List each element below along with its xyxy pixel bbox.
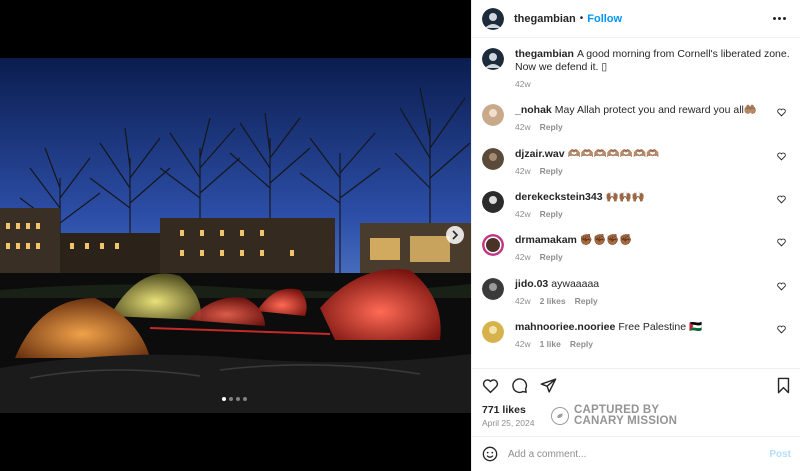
commenter-avatar[interactable] (482, 278, 504, 300)
reply-button[interactable]: Reply (540, 209, 563, 219)
comment-age: 42w (515, 166, 531, 176)
reply-button[interactable]: Reply (570, 339, 593, 349)
comment-likes[interactable]: 2 likes (540, 296, 566, 306)
encampment-photo (0, 58, 471, 413)
carousel-dot (236, 397, 240, 401)
emoji-icon[interactable] (482, 446, 498, 462)
comment-username[interactable]: mahnooriee.nooriee (515, 321, 615, 333)
comment-age: 42w (515, 296, 531, 306)
author-avatar[interactable] (482, 7, 504, 30)
comment-age: 42w (515, 339, 531, 349)
caption-username[interactable]: thegambian (515, 48, 574, 60)
comment-like-icon[interactable] (777, 282, 786, 291)
comment-like-icon[interactable] (777, 152, 786, 161)
comment-text: ✊🏾✊🏾✊🏾✊🏾 (579, 234, 633, 246)
comment-text: May Allah protect you and reward you all… (554, 104, 757, 116)
comment-text: aywaaaaa (551, 278, 600, 290)
comment-username[interactable]: djzair.wav (515, 148, 565, 160)
post-date[interactable]: April 25, 2024 (482, 418, 534, 428)
comment-row: drmamakam ✊🏾✊🏾✊🏾✊🏾 42w Reply (482, 234, 792, 262)
post-comment-button[interactable]: Post (769, 449, 791, 460)
carousel-indicator (222, 397, 247, 401)
commenter-avatar[interactable] (482, 234, 504, 256)
follow-button[interactable]: Follow (587, 13, 622, 25)
reply-button[interactable]: Reply (540, 122, 563, 132)
comment-username[interactable]: derekeckstein343 (515, 191, 603, 203)
comment-username[interactable]: drmamakam (515, 234, 577, 246)
commenter-avatar[interactable] (482, 104, 504, 126)
add-comment-bar: Post (472, 436, 800, 471)
comment-like-icon[interactable] (777, 108, 786, 117)
post-photo[interactable] (0, 58, 471, 413)
comment-input[interactable] (508, 448, 770, 460)
likes-count[interactable]: 771 likes (482, 404, 526, 416)
carousel-next-button[interactable] (446, 226, 464, 244)
comments-list[interactable]: thegambian A good morning from Cornell's … (472, 38, 800, 368)
commenter-avatar[interactable] (482, 191, 504, 213)
commenter-avatar[interactable] (482, 148, 504, 170)
comment-row: jido.03 aywaaaaa 42w 2 likes Reply (482, 278, 792, 306)
caption-age: 42w (515, 79, 531, 89)
comment-text: Free Palestine 🇵🇸 (618, 321, 703, 333)
chevron-right-icon (452, 230, 459, 240)
comment-age: 42w (515, 209, 531, 219)
comment-like-icon[interactable] (777, 195, 786, 204)
carousel-dot (222, 397, 226, 401)
carousel-dot (243, 397, 247, 401)
comment-like-icon[interactable] (777, 325, 786, 334)
send-icon[interactable] (540, 377, 557, 394)
more-options-icon[interactable] (769, 13, 790, 24)
post-side-panel: thegambian • Follow thegambian A good mor… (471, 0, 800, 471)
post-actions (472, 368, 800, 402)
bookmark-icon[interactable] (776, 377, 791, 394)
comment-row: derekeckstein343 🙌🏾🙌🏾🙌🏾 42w Reply (482, 191, 792, 219)
comment-row: _nohak May Allah protect you and reward y… (482, 104, 792, 132)
comment-username[interactable]: jido.03 (515, 278, 548, 290)
reply-button[interactable]: Reply (575, 296, 598, 306)
comment-age: 42w (515, 252, 531, 262)
commenter-avatar[interactable] (482, 321, 504, 343)
comment-username[interactable]: _nohak (515, 104, 552, 116)
comment-row: djzair.wav 🫶🏽🫶🏽🫶🏽🫶🏽🫶🏽🫶🏽🫶🏽 42w Reply (482, 148, 792, 176)
comment-row: mahnooriee.nooriee Free Palestine 🇵🇸 42w 1… (482, 321, 792, 349)
comment-likes[interactable]: 1 like (540, 339, 561, 349)
carousel-dot (229, 397, 233, 401)
watermark-line-2: CANARY MISSION (574, 415, 678, 427)
canary-logo-icon (551, 407, 569, 425)
author-username[interactable]: thegambian (514, 13, 576, 25)
post-header: thegambian • Follow (472, 0, 800, 38)
reply-button[interactable]: Reply (540, 252, 563, 262)
comment-text: 🙌🏾🙌🏾🙌🏾 (605, 191, 645, 203)
comment-age: 42w (515, 122, 531, 132)
comment-text: 🫶🏽🫶🏽🫶🏽🫶🏽🫶🏽🫶🏽🫶🏽 (567, 148, 660, 160)
post-media (0, 0, 471, 471)
comment-like-icon[interactable] (777, 238, 786, 247)
reply-button[interactable]: Reply (540, 166, 563, 176)
author-avatar[interactable] (482, 48, 504, 70)
comment-icon[interactable] (511, 377, 528, 394)
caption: thegambian A good morning from Cornell's … (482, 48, 792, 89)
header-separator: • (579, 13, 584, 24)
heart-icon[interactable] (482, 378, 499, 394)
watermark: CAPTURED BY CANARY MISSION (551, 404, 678, 427)
